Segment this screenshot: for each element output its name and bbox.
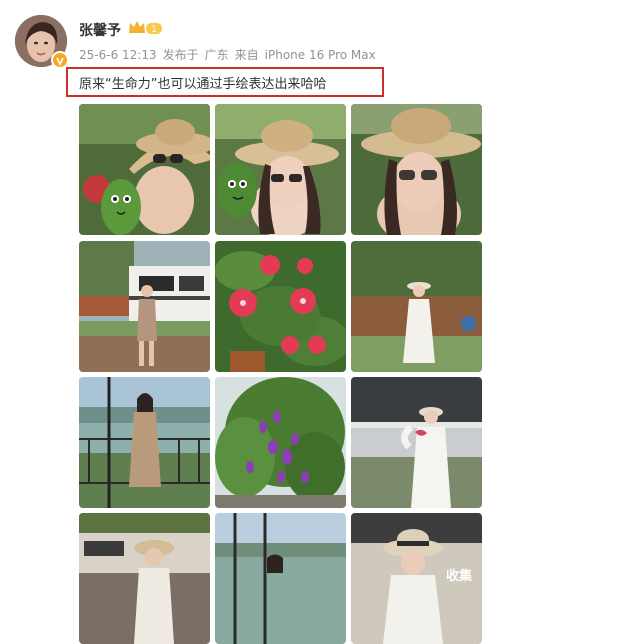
photo-heart-hands[interactable] <box>351 377 482 508</box>
photo-rv-outdoor[interactable] <box>79 241 210 372</box>
photo-hat-green-gourd-2[interactable] <box>215 104 346 235</box>
photo-lake-view[interactable] <box>215 513 346 644</box>
photo-hat-closeup[interactable] <box>351 104 482 235</box>
watermark: 收集 <box>446 569 473 584</box>
post-device: iPhone 16 Pro Max <box>264 48 376 62</box>
post-meta: 25-6-6 12:13 发布于 广东 来自 iPhone 16 Pro Max <box>79 46 376 63</box>
photo-rv-hat-1[interactable] <box>79 513 210 644</box>
source-prefix: 发布于 <box>162 48 199 62</box>
photo-white-robe-garden[interactable] <box>351 241 482 372</box>
post-text: 原来“生命力”也可以通过手绘表达出来哈哈 <box>79 77 327 92</box>
photo-balcony-lake[interactable] <box>79 377 210 508</box>
photo-pink-flowers[interactable] <box>215 241 346 372</box>
svg-text:1: 1 <box>151 25 157 35</box>
photo-purple-flowers[interactable] <box>215 377 346 508</box>
post-location: 广东 <box>204 48 229 62</box>
vip-crown-icon[interactable]: 1 <box>128 20 164 36</box>
photo-hat-green-gourd-1[interactable] <box>79 104 210 235</box>
username[interactable]: 张馨予 <box>79 20 121 40</box>
device-prefix: 来自 <box>234 48 259 62</box>
post-date[interactable]: 25-6-6 12:13 <box>79 48 157 62</box>
